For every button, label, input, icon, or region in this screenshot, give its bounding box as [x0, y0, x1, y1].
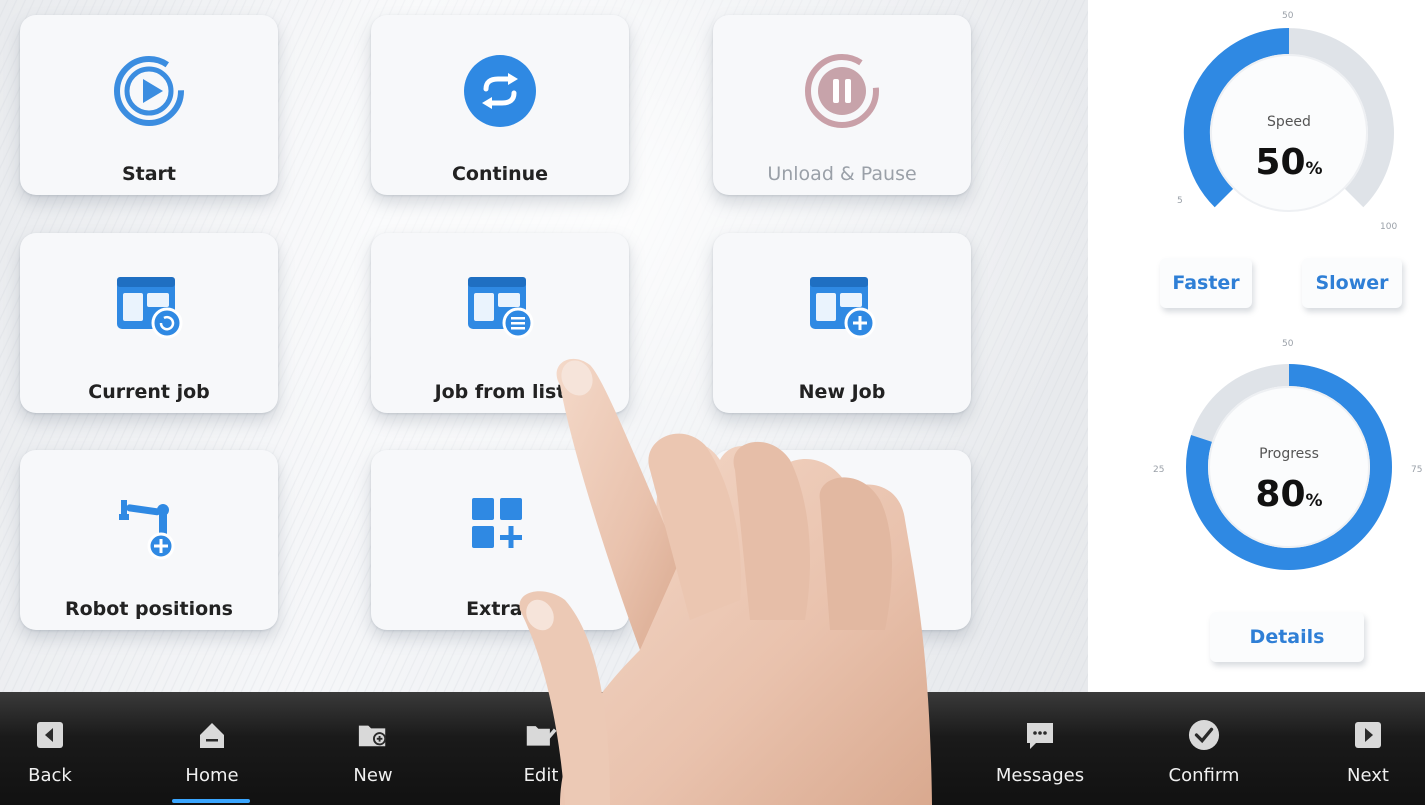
- bottom-nav-bar: Back Home New Edit Messages Confirm Next: [0, 692, 1425, 805]
- nav-label: Messages: [995, 765, 1085, 786]
- slower-button[interactable]: Slower: [1302, 258, 1402, 308]
- progress-tick-left: 25: [1153, 465, 1165, 475]
- back-arrow-icon: [34, 719, 66, 751]
- nav-messages[interactable]: Messages: [990, 692, 1090, 805]
- pause-circle-icon: [802, 51, 882, 131]
- play-circle-icon: [109, 51, 189, 131]
- tile-label: Extras: [466, 598, 534, 620]
- new-job-tile[interactable]: New Job: [713, 233, 971, 413]
- nav-next[interactable]: Next: [1318, 692, 1418, 805]
- right-panel: Speed 50% 50 5 100 Faster Slower Progres…: [1088, 0, 1425, 692]
- job-current-icon: [109, 269, 189, 349]
- tile-label: Robot positions: [65, 598, 233, 620]
- nav-home[interactable]: Home: [162, 692, 262, 805]
- progress-tick-top: 50: [1282, 339, 1294, 349]
- start-tile[interactable]: Start: [20, 15, 278, 195]
- details-button[interactable]: Details: [1210, 612, 1364, 662]
- job-from-list-tile[interactable]: Job from list: [371, 233, 629, 413]
- robot-arm-add-icon: [109, 486, 189, 566]
- nav-label: Edit: [523, 765, 559, 786]
- more-tile[interactable]: [713, 450, 971, 630]
- speed-title: Speed: [1267, 114, 1311, 130]
- message-icon: [1024, 719, 1056, 751]
- nav-back[interactable]: Back: [0, 692, 100, 805]
- speed-tick-left: 5: [1177, 196, 1183, 206]
- job-list-icon: [460, 269, 540, 349]
- nav-edit[interactable]: Edit: [491, 692, 591, 805]
- new-folder-icon: [357, 719, 389, 751]
- speed-tick-top: 50: [1282, 11, 1294, 21]
- tile-label: Job from list: [434, 381, 566, 403]
- nav-label: Confirm: [1168, 765, 1240, 786]
- nav-label: New: [353, 765, 393, 786]
- unload-pause-tile[interactable]: Unload & Pause: [713, 15, 971, 195]
- tile-label: Continue: [451, 163, 549, 185]
- nav-confirm[interactable]: Confirm: [1154, 692, 1254, 805]
- tile-label: Unload & Pause: [767, 163, 917, 185]
- faster-button[interactable]: Faster: [1160, 258, 1252, 308]
- speed-gauge: Speed 50%: [1174, 18, 1404, 228]
- refresh-circle-icon: [460, 51, 540, 131]
- card-icon: [802, 486, 882, 566]
- progress-value: 80%: [1255, 474, 1323, 515]
- continue-tile[interactable]: Continue: [371, 15, 629, 195]
- nav-label: Next: [1347, 765, 1389, 786]
- tile-label: New Job: [798, 381, 886, 403]
- edit-folder-icon: [525, 719, 557, 751]
- nav-label: Back: [28, 765, 72, 786]
- tile-label: Current job: [88, 381, 210, 403]
- speed-value: 50%: [1255, 142, 1323, 183]
- progress-tick-right: 75: [1411, 465, 1423, 475]
- current-job-tile[interactable]: Current job: [20, 233, 278, 413]
- nav-new[interactable]: New: [323, 692, 423, 805]
- next-arrow-icon: [1352, 719, 1384, 751]
- tile-label: Start: [121, 163, 177, 185]
- progress-title: Progress: [1259, 446, 1319, 462]
- active-tab-indicator: [172, 799, 250, 803]
- home-icon: [196, 719, 228, 751]
- nav-label: Home: [185, 765, 239, 786]
- extras-tile[interactable]: Extras: [371, 450, 629, 630]
- check-circle-icon: [1188, 719, 1220, 751]
- grid-add-icon: [460, 486, 540, 566]
- progress-gauge: Progress 80%: [1174, 352, 1404, 582]
- speed-tick-right: 100: [1380, 222, 1398, 232]
- job-new-icon: [802, 269, 882, 349]
- robot-positions-tile[interactable]: Robot positions: [20, 450, 278, 630]
